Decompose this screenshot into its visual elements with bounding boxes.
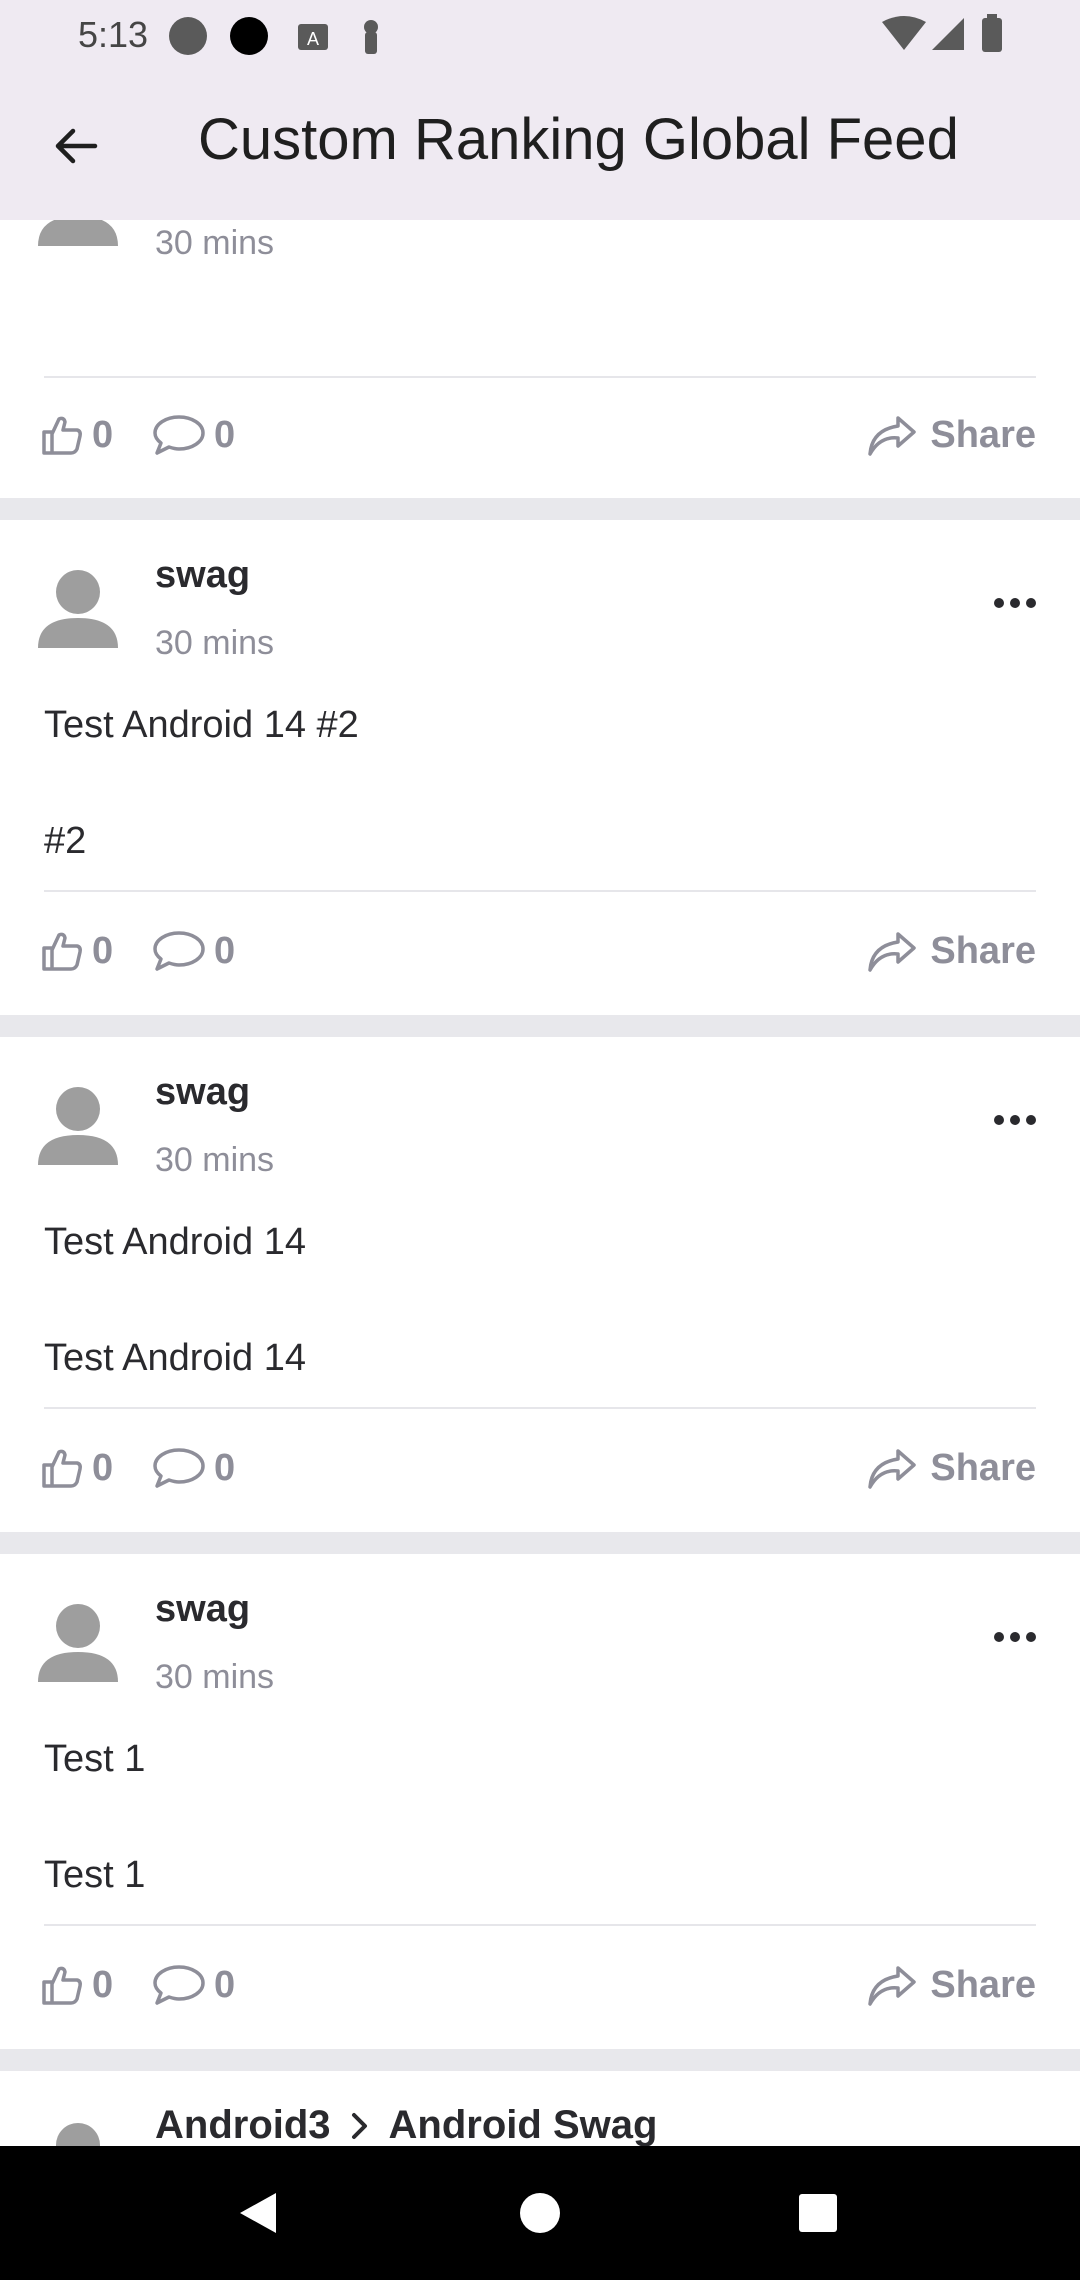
share-arrow-icon	[868, 1449, 917, 1489]
more-dots-icon	[994, 598, 1036, 608]
nav-back-button[interactable]	[198, 2146, 318, 2280]
avatar-icon[interactable]	[38, 2115, 118, 2146]
comment-icon	[153, 415, 205, 455]
thumbs-up-icon	[42, 1966, 82, 2005]
svg-text:A: A	[307, 29, 319, 49]
avatar-icon[interactable]	[38, 562, 118, 648]
share-label: Share	[930, 413, 1036, 456]
comment-count: 0	[214, 413, 236, 456]
like-button[interactable]: 0	[40, 400, 113, 470]
post-actions: 0 0 Share	[0, 400, 1080, 470]
comment-button[interactable]: 0	[152, 1433, 235, 1503]
avatar-icon[interactable]	[38, 1596, 118, 1682]
divider	[44, 376, 1036, 378]
post-card[interactable]: 30 mins 0 0 Share	[0, 220, 1080, 498]
notification-icons: A	[169, 17, 378, 55]
post-community[interactable]: Android Swag	[389, 2103, 658, 2146]
more-options-button[interactable]	[980, 1095, 1050, 1145]
post-time: 30 mins	[155, 1141, 275, 1179]
avatar-icon[interactable]	[38, 1079, 118, 1165]
back-button[interactable]	[36, 106, 116, 186]
share-label: Share	[930, 1446, 1036, 1489]
comment-button[interactable]: 0	[152, 400, 235, 470]
like-button[interactable]: 0	[40, 1433, 113, 1503]
nav-recents-button[interactable]	[758, 2146, 878, 2280]
comment-button[interactable]: 0	[152, 1950, 235, 2020]
post-actions: 0 0 Share	[0, 916, 1080, 986]
post-author[interactable]: swag	[155, 1071, 250, 1114]
post-title: Test Android 14 #2	[44, 704, 359, 746]
like-count: 0	[92, 413, 114, 456]
post-author[interactable]: swag	[155, 1588, 250, 1631]
thumbs-up-icon	[42, 416, 82, 455]
like-count: 0	[92, 1446, 114, 1489]
back-arrow-icon	[55, 128, 98, 164]
post-body: #2	[44, 820, 87, 862]
share-arrow-icon	[868, 1966, 917, 2006]
comment-button[interactable]: 0	[152, 916, 235, 986]
chevron-right-icon	[351, 2112, 367, 2139]
share-arrow-icon	[868, 416, 917, 456]
status-bar: 5:13 A	[0, 0, 1080, 70]
post-card[interactable]: swag 30 mins Test Android 14 #2 #2 0 0 S…	[0, 520, 1080, 1015]
share-label: Share	[930, 1963, 1036, 2006]
post-time: 30 mins	[155, 624, 275, 662]
system-status-icons	[882, 14, 1002, 52]
post-title: Test 1	[44, 1738, 146, 1780]
divider	[44, 1407, 1036, 1409]
like-count: 0	[92, 929, 114, 972]
post-time: 30 mins	[155, 1658, 275, 1696]
divider	[44, 1924, 1036, 1926]
like-count: 0	[92, 1963, 114, 2006]
post-actions: 0 0 Share	[0, 1433, 1080, 1503]
status-time: 5:13	[78, 14, 149, 55]
comment-count: 0	[214, 1963, 236, 2006]
divider	[44, 890, 1036, 892]
share-button[interactable]: Share	[864, 1433, 1036, 1503]
post-card[interactable]: swag 30 mins Test 1 Test 1 0 0 Share	[0, 1554, 1080, 2049]
post-body: Test Android 14	[44, 1337, 306, 1379]
comment-icon	[153, 1448, 205, 1488]
post-path: Android3 Android Swag	[155, 2103, 657, 2146]
page-title: Custom Ranking Global Feed	[198, 107, 959, 172]
comment-icon	[153, 1965, 205, 2005]
post-author[interactable]: swag	[155, 554, 250, 597]
nav-home-icon	[520, 2193, 560, 2233]
thumbs-up-icon	[42, 1449, 82, 1488]
post-card[interactable]: swag 30 mins Test Android 14 Test Androi…	[0, 1037, 1080, 1532]
comment-count: 0	[214, 1446, 236, 1489]
post-title: Test Android 14	[44, 1221, 306, 1263]
nav-recents-icon	[799, 2194, 837, 2232]
comment-count: 0	[214, 929, 236, 972]
more-options-button[interactable]	[980, 578, 1050, 628]
more-options-button[interactable]	[980, 1612, 1050, 1662]
feed-list[interactable]: 30 mins 0 0 Share swag 30 mins Test Andr…	[0, 220, 1080, 2146]
like-button[interactable]: 0	[40, 916, 113, 986]
post-actions: 0 0 Share	[0, 1950, 1080, 2020]
nav-home-button[interactable]	[480, 2146, 600, 2280]
share-button[interactable]: Share	[864, 400, 1036, 470]
avatar-icon[interactable]	[38, 220, 118, 246]
share-arrow-icon	[868, 932, 917, 972]
share-button[interactable]: Share	[864, 916, 1036, 986]
share-label: Share	[930, 929, 1036, 972]
share-button[interactable]: Share	[864, 1950, 1036, 2020]
more-dots-icon	[994, 1115, 1036, 1125]
thumbs-up-icon	[42, 932, 82, 971]
comment-icon	[153, 931, 205, 971]
post-body: Test 1	[44, 1854, 146, 1896]
post-time: 30 mins	[155, 224, 275, 262]
app-bar: Custom Ranking Global Feed	[0, 70, 1080, 220]
post-author[interactable]: Android3	[155, 2103, 331, 2146]
post-card[interactable]: Android3 Android Swag	[0, 2071, 1080, 2146]
like-button[interactable]: 0	[40, 1950, 113, 2020]
system-nav-bar	[0, 2146, 1080, 2280]
more-dots-icon	[994, 1632, 1036, 1642]
nav-back-icon	[240, 2193, 276, 2233]
